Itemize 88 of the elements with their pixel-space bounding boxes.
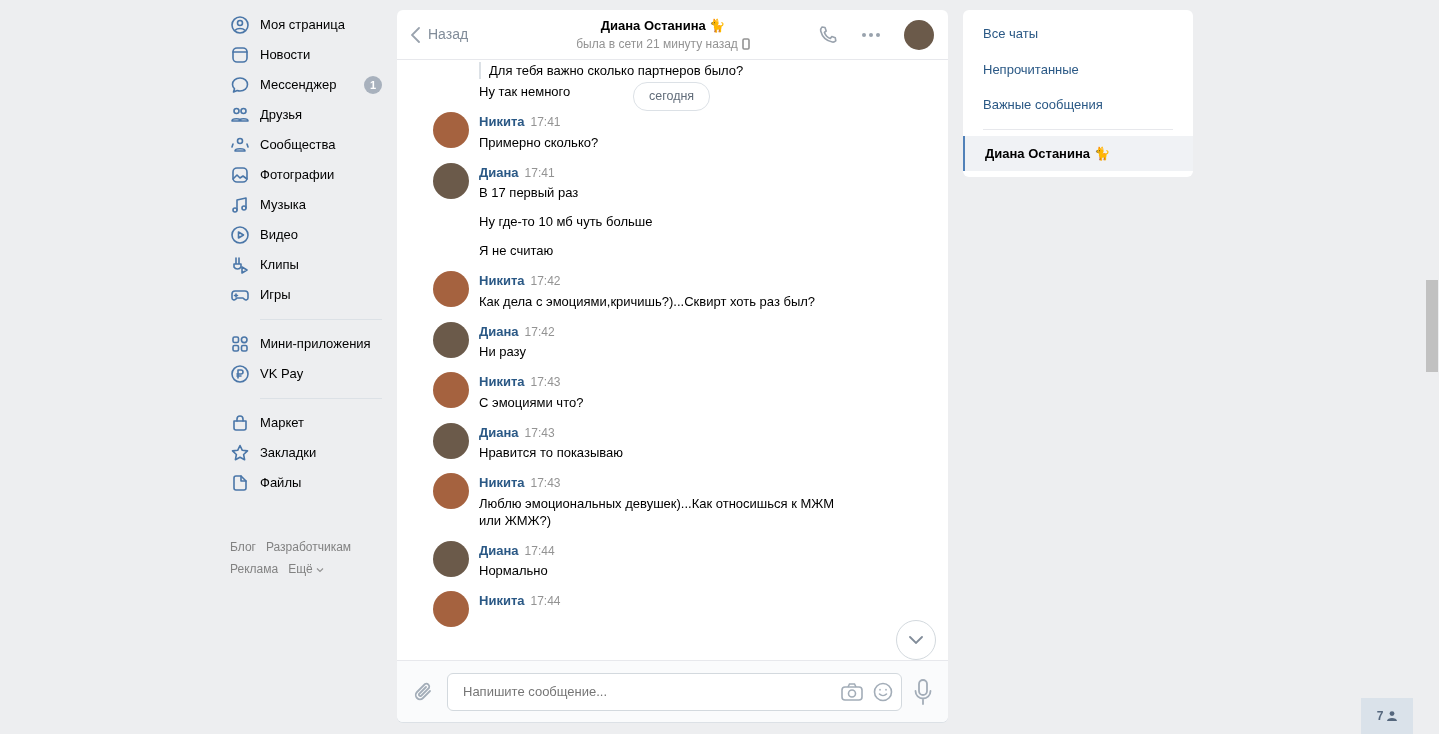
online-friends-button[interactable]: 7 xyxy=(1361,698,1413,734)
author-name[interactable]: Никита xyxy=(479,593,525,608)
back-link[interactable]: Назад xyxy=(411,24,469,45)
author-name[interactable]: Никита xyxy=(479,374,525,389)
caret-icon xyxy=(316,566,325,573)
user-circle-icon xyxy=(230,15,250,35)
nav-link[interactable]: Новости xyxy=(260,45,311,65)
message-text: Люблю эмоциональных девушек)...Как относишься к МЖМ или ЖМЖ?) xyxy=(479,494,836,529)
avatar-photo-placeholder[interactable] xyxy=(433,271,469,307)
nav-link[interactable]: Фотографии xyxy=(260,165,335,185)
ruble-coin-icon xyxy=(230,364,250,384)
scrollbar-thumb[interactable] xyxy=(1426,280,1438,372)
two-people-icon xyxy=(230,105,250,125)
message-composer-field[interactable]: Напишите сообщение... xyxy=(447,672,902,711)
grid-squares-icon xyxy=(230,334,250,354)
filter-tab[interactable]: Непрочитанные xyxy=(963,51,1193,87)
nav-link[interactable]: Маркет xyxy=(260,413,305,433)
filter-tab[interactable]: Все чаты xyxy=(963,16,1193,52)
phone-icon[interactable] xyxy=(818,24,838,45)
message-text: Нормально xyxy=(479,562,548,579)
message-text: Ни разу xyxy=(479,343,526,360)
avatar-photo-placeholder[interactable] xyxy=(433,422,469,459)
chat-bubble-icon xyxy=(230,75,250,95)
message-text: Ну где-то 10 мб чуть больше xyxy=(479,213,653,230)
conversation-item[interactable]: Диана Останина 🐈 xyxy=(963,135,1193,171)
message-text: Примерно сколько? xyxy=(479,133,599,151)
message-text: С эмоциями что? xyxy=(479,393,584,411)
author-name[interactable]: Диана xyxy=(479,323,519,339)
author-name[interactable]: Диана xyxy=(479,542,519,558)
filter-tab[interactable]: Важные сообщения xyxy=(963,87,1193,123)
phone-device-icon xyxy=(741,38,750,51)
message-text: Я не считаю xyxy=(479,242,554,259)
nav-link[interactable]: Сообщества xyxy=(260,135,336,155)
message-text: Нравится то показываю xyxy=(479,444,623,461)
avatar-photo-placeholder[interactable] xyxy=(433,540,469,577)
music-note-icon xyxy=(230,195,250,215)
avatar-photo-placeholder[interactable] xyxy=(433,112,469,148)
author-name[interactable]: Никита xyxy=(479,475,525,490)
avatar-photo-placeholder[interactable] xyxy=(433,321,469,358)
nav-link[interactable]: Закладки xyxy=(260,443,317,463)
shopping-bag-icon xyxy=(230,413,250,433)
nav-link[interactable]: Моя страница xyxy=(260,15,345,35)
person-icon xyxy=(1387,711,1398,721)
chevron-down-icon[interactable] xyxy=(909,636,923,644)
message-time: 17:42 xyxy=(524,324,555,339)
message-time: 17:44 xyxy=(530,594,561,608)
author-name[interactable]: Диана xyxy=(479,424,519,440)
message-time: 17:41 xyxy=(530,115,561,129)
back-chevron-icon[interactable] xyxy=(411,26,420,43)
nav-link[interactable]: Друзья xyxy=(260,105,303,125)
avatar-photo-placeholder[interactable] xyxy=(433,162,469,199)
message-time: 17:42 xyxy=(530,274,561,288)
nav-link[interactable]: Мессенджер xyxy=(260,75,337,95)
nav-link[interactable]: Игры xyxy=(260,285,291,305)
message-text: В 17 первый раз xyxy=(479,184,579,201)
message-text: Как дела с эмоциями,кричишь?)...Сквирт хоть раз был? xyxy=(479,292,816,310)
file-icon xyxy=(230,473,250,493)
author-name[interactable]: Никита xyxy=(479,114,525,129)
chat-title[interactable]: Диана Останина 🐈 xyxy=(508,15,818,36)
nav-link[interactable]: Видео xyxy=(260,225,298,245)
nav-link[interactable]: Файлы xyxy=(260,473,302,493)
author-name[interactable]: Диана xyxy=(479,164,519,180)
unread-count-badge: 1 xyxy=(364,76,382,94)
avatar-photo-placeholder[interactable] xyxy=(904,19,934,50)
message-time: 17:44 xyxy=(524,543,555,558)
group-icon xyxy=(230,135,250,155)
online-status: была в сети 21 минуту назад xyxy=(576,36,738,54)
star-icon xyxy=(230,443,250,463)
nav-link[interactable]: VK Pay xyxy=(260,364,304,384)
nav-link[interactable]: Музыка xyxy=(260,195,306,215)
quoted-message: Для тебя важно сколько партнеров было? xyxy=(479,62,744,79)
avatar-photo-placeholder[interactable] xyxy=(433,473,469,509)
date-pill: сегодня xyxy=(633,82,711,111)
message-time: 17:43 xyxy=(524,425,555,440)
image-icon xyxy=(230,165,250,185)
message-text: Ну так немного xyxy=(479,83,571,100)
message-time: 17:43 xyxy=(530,375,561,389)
news-icon xyxy=(230,45,250,65)
message-time: 17:41 xyxy=(524,165,555,180)
more-icon[interactable] xyxy=(862,32,880,37)
nav-link[interactable]: Мини-приложения xyxy=(260,334,371,354)
play-circle-icon xyxy=(230,225,250,245)
scroll-down-button[interactable] xyxy=(896,620,936,660)
avatar-photo-placeholder[interactable] xyxy=(433,372,469,408)
author-name[interactable]: Никита xyxy=(479,273,525,288)
avatar-photo-placeholder[interactable] xyxy=(433,591,469,627)
nav-link[interactable]: Клипы xyxy=(260,255,299,275)
message-time: 17:43 xyxy=(530,476,561,490)
